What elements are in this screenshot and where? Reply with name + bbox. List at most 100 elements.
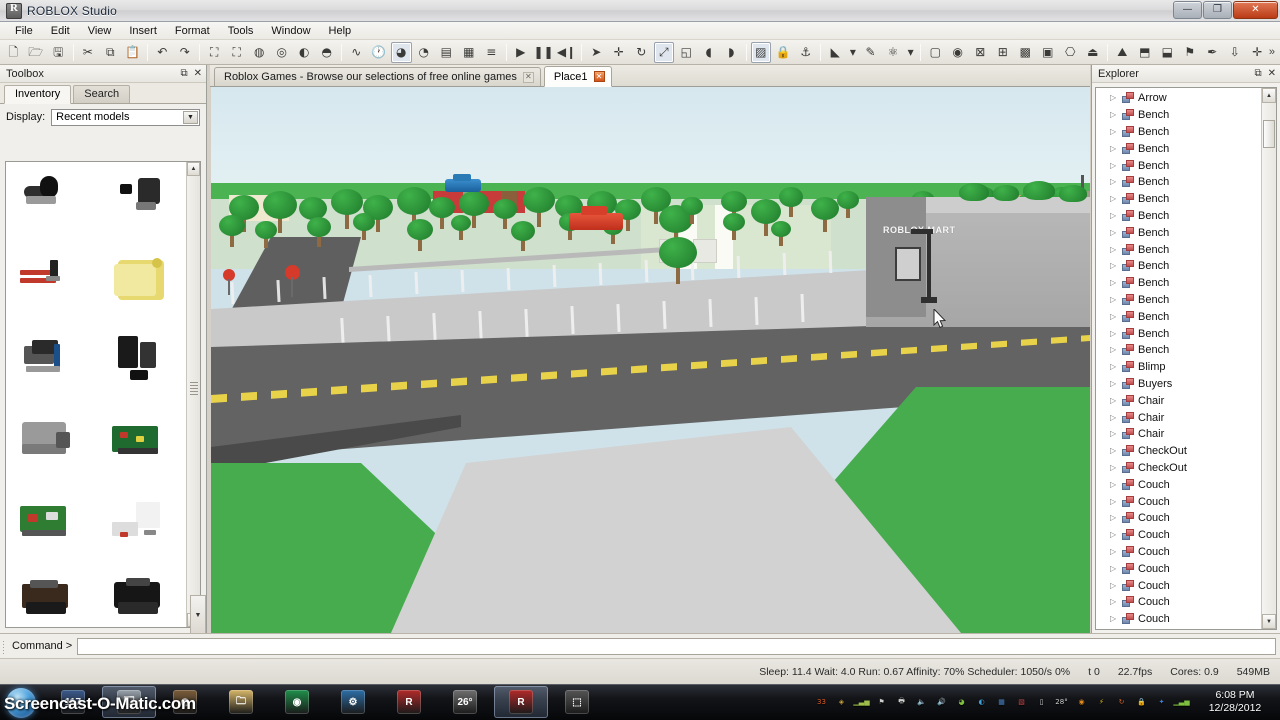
play-icon[interactable]: ▶ bbox=[511, 42, 532, 63]
explorer-item[interactable]: ▷ Couch bbox=[1096, 493, 1261, 510]
material-picker-icon[interactable]: ⚛ bbox=[883, 42, 904, 63]
explorer-item[interactable]: ▷ Chair bbox=[1096, 426, 1261, 443]
tray-signal-icon[interactable]: ▁▃▅ bbox=[1173, 695, 1189, 710]
explorer-item[interactable]: ▷ Bench bbox=[1096, 308, 1261, 325]
explorer-item[interactable]: ▷ Bench bbox=[1096, 140, 1261, 157]
close-button[interactable]: ✕ bbox=[1233, 1, 1278, 19]
expand-arrow-icon[interactable]: ▷ bbox=[1110, 228, 1119, 237]
expand-arrow-icon[interactable]: ▷ bbox=[1110, 430, 1119, 438]
insert-object-icon[interactable]: ◍ bbox=[249, 42, 270, 63]
toolbar-overflow-button[interactable]: » bbox=[1269, 46, 1280, 58]
undo-icon[interactable]: ↶ bbox=[152, 42, 173, 63]
tray-shield-icon[interactable]: ◈ bbox=[834, 695, 849, 710]
expand-arrow-icon[interactable]: ▷ bbox=[1110, 497, 1119, 506]
grid-large-icon[interactable]: ▣ bbox=[1038, 42, 1059, 63]
terrain-grid-icon[interactable]: ✛ bbox=[1247, 42, 1268, 63]
tray-printer-icon[interactable]: 🖶 bbox=[894, 695, 909, 710]
explorer-item[interactable]: ▷ Bench bbox=[1096, 174, 1261, 191]
save-icon[interactable]: 🖫 bbox=[48, 42, 69, 63]
eyedropper-icon[interactable]: ✎ bbox=[860, 42, 881, 63]
expand-arrow-icon[interactable]: ▷ bbox=[1110, 312, 1119, 321]
explorer-item[interactable]: ▷ Bench bbox=[1096, 107, 1261, 124]
explorer-float-icon[interactable]: ⧉ bbox=[1254, 68, 1261, 79]
expand-arrow-icon[interactable]: ▷ bbox=[1110, 127, 1119, 136]
expand-arrow-icon[interactable]: ▷ bbox=[1110, 178, 1119, 186]
paint-remove-icon[interactable]: ◗ bbox=[721, 42, 742, 63]
explorer-item[interactable]: ▷ Couch bbox=[1096, 527, 1261, 544]
insert-part-add-icon[interactable]: ◐ bbox=[294, 42, 315, 63]
explorer-item[interactable]: ▷ Couch bbox=[1096, 594, 1261, 611]
redo-icon[interactable]: ↷ bbox=[175, 42, 196, 63]
explorer-scroll-up-button[interactable]: ▲ bbox=[1262, 88, 1276, 103]
move-tool-icon[interactable]: ✛ bbox=[609, 42, 630, 63]
toolbox-scroll-up-button[interactable]: ▲ bbox=[187, 162, 200, 176]
expand-arrow-icon[interactable]: ▷ bbox=[1110, 161, 1119, 170]
expand-arrow-icon[interactable]: ▷ bbox=[1110, 564, 1119, 573]
lock-icon[interactable]: 🔒 bbox=[773, 42, 794, 63]
maximize-button[interactable]: ❐ bbox=[1203, 1, 1232, 19]
thumbnail-couch-model[interactable] bbox=[6, 402, 96, 482]
explorer-item[interactable]: ▷ Bench bbox=[1096, 124, 1261, 141]
tray-security-icon[interactable]: 🔒 bbox=[1134, 695, 1149, 710]
toolbox-tab-inventory[interactable]: Inventory bbox=[4, 85, 72, 104]
cut-icon[interactable]: ✂ bbox=[78, 42, 99, 63]
minimize-button[interactable]: — bbox=[1173, 1, 1202, 19]
expand-arrow-icon[interactable]: ▷ bbox=[1110, 463, 1119, 472]
taskbar-item-chrome[interactable]: ◉ bbox=[270, 686, 324, 718]
menu-item-tools[interactable]: Tools bbox=[219, 24, 263, 38]
explorer-item[interactable]: ▷ CheckOut bbox=[1096, 460, 1261, 477]
expand-arrow-icon[interactable]: ▷ bbox=[1110, 111, 1119, 119]
taskbar-item-file-explorer[interactable]: 🗀 bbox=[214, 686, 268, 718]
command-input[interactable] bbox=[77, 637, 1276, 655]
explorer-item[interactable]: ▷ Couch bbox=[1096, 544, 1261, 561]
terrain-add-icon[interactable]: ⛰ bbox=[1112, 42, 1133, 63]
taskbar-item-antivirus[interactable]: ⚙ bbox=[326, 686, 380, 718]
stop-step-icon[interactable]: ◀❙ bbox=[556, 42, 577, 63]
taskbar-item-snipping-tool[interactable]: ⬚ bbox=[550, 686, 604, 718]
toolbox-scroll-grip[interactable] bbox=[190, 380, 198, 402]
document-tab-close-icon[interactable]: ✕ bbox=[522, 71, 534, 83]
expand-arrow-icon[interactable]: ▷ bbox=[1110, 211, 1119, 220]
game-explorer-icon[interactable]: ◕ bbox=[391, 41, 412, 63]
toolbox-float-icon[interactable]: ⧉ bbox=[180, 68, 187, 79]
tray-app-blue-icon[interactable]: ▦ bbox=[994, 695, 1009, 710]
open-folder-icon[interactable]: 🗁 bbox=[26, 42, 47, 63]
surface-tool-icon[interactable]: ▨ bbox=[750, 41, 771, 63]
select-tool-icon[interactable]: ➤ bbox=[586, 42, 607, 63]
tray-volume-mute-icon[interactable]: 🔈 bbox=[914, 695, 929, 710]
tray-lightning-icon[interactable]: ⚡ bbox=[1094, 695, 1109, 710]
add-service-icon[interactable]: ◔ bbox=[414, 42, 435, 63]
tray-network-icon[interactable]: ▁▃▅ bbox=[853, 695, 869, 710]
expand-arrow-icon[interactable]: ▷ bbox=[1110, 581, 1119, 590]
tray-bluetooth-icon[interactable]: ✦ bbox=[1154, 695, 1169, 710]
expand-arrow-icon[interactable]: ▷ bbox=[1110, 480, 1119, 489]
history-icon[interactable]: 🕐 bbox=[369, 42, 390, 63]
thumbnail-bench-model[interactable] bbox=[6, 562, 96, 627]
insert-model-icon[interactable]: ◎ bbox=[272, 42, 293, 63]
script-analysis-icon[interactable]: ∿ bbox=[346, 42, 367, 63]
thumbnail-sofa-model[interactable] bbox=[96, 562, 186, 627]
explorer-item[interactable]: ▷ Couch bbox=[1096, 510, 1261, 527]
tray-headset-icon[interactable]: ◕ bbox=[954, 695, 969, 710]
tray-update-icon[interactable]: ↻ bbox=[1114, 695, 1129, 710]
fill-color-dropdown-icon[interactable]: ▾ bbox=[848, 42, 859, 63]
explorer-item[interactable]: ▷ Buyers bbox=[1096, 376, 1261, 393]
expand-arrow-icon[interactable]: ▷ bbox=[1110, 447, 1119, 455]
terrain-lower-icon[interactable]: ⇩ bbox=[1225, 42, 1246, 63]
tray-app-red-icon[interactable]: ▧ bbox=[1014, 695, 1029, 710]
toolbox-close-icon[interactable]: ✕ bbox=[194, 68, 202, 79]
thumbnail-scroll-model[interactable] bbox=[96, 242, 186, 322]
taskbar-item-roblox-player[interactable]: R bbox=[382, 686, 436, 718]
explorer-item[interactable]: ▷ Bench bbox=[1096, 292, 1261, 309]
tray-orange-icon[interactable]: ◉ bbox=[1074, 695, 1089, 710]
new-file-icon[interactable]: 🗋 bbox=[3, 42, 24, 63]
3d-viewport[interactable]: ROBLOX MART bbox=[211, 87, 1090, 633]
menu-item-window[interactable]: Window bbox=[262, 24, 319, 38]
toolbox-thumbnail-list[interactable]: ▲ ▼ bbox=[5, 161, 201, 628]
document-tab-close-icon[interactable]: ✕ bbox=[593, 71, 605, 82]
document-tab[interactable]: Roblox Games - Browse our selections of … bbox=[214, 67, 541, 86]
grid-small-icon[interactable]: ⊞ bbox=[993, 42, 1014, 63]
thumbnail-table-model[interactable] bbox=[6, 482, 96, 562]
expand-arrow-icon[interactable]: ▷ bbox=[1110, 598, 1119, 606]
red-car[interactable] bbox=[569, 206, 623, 230]
